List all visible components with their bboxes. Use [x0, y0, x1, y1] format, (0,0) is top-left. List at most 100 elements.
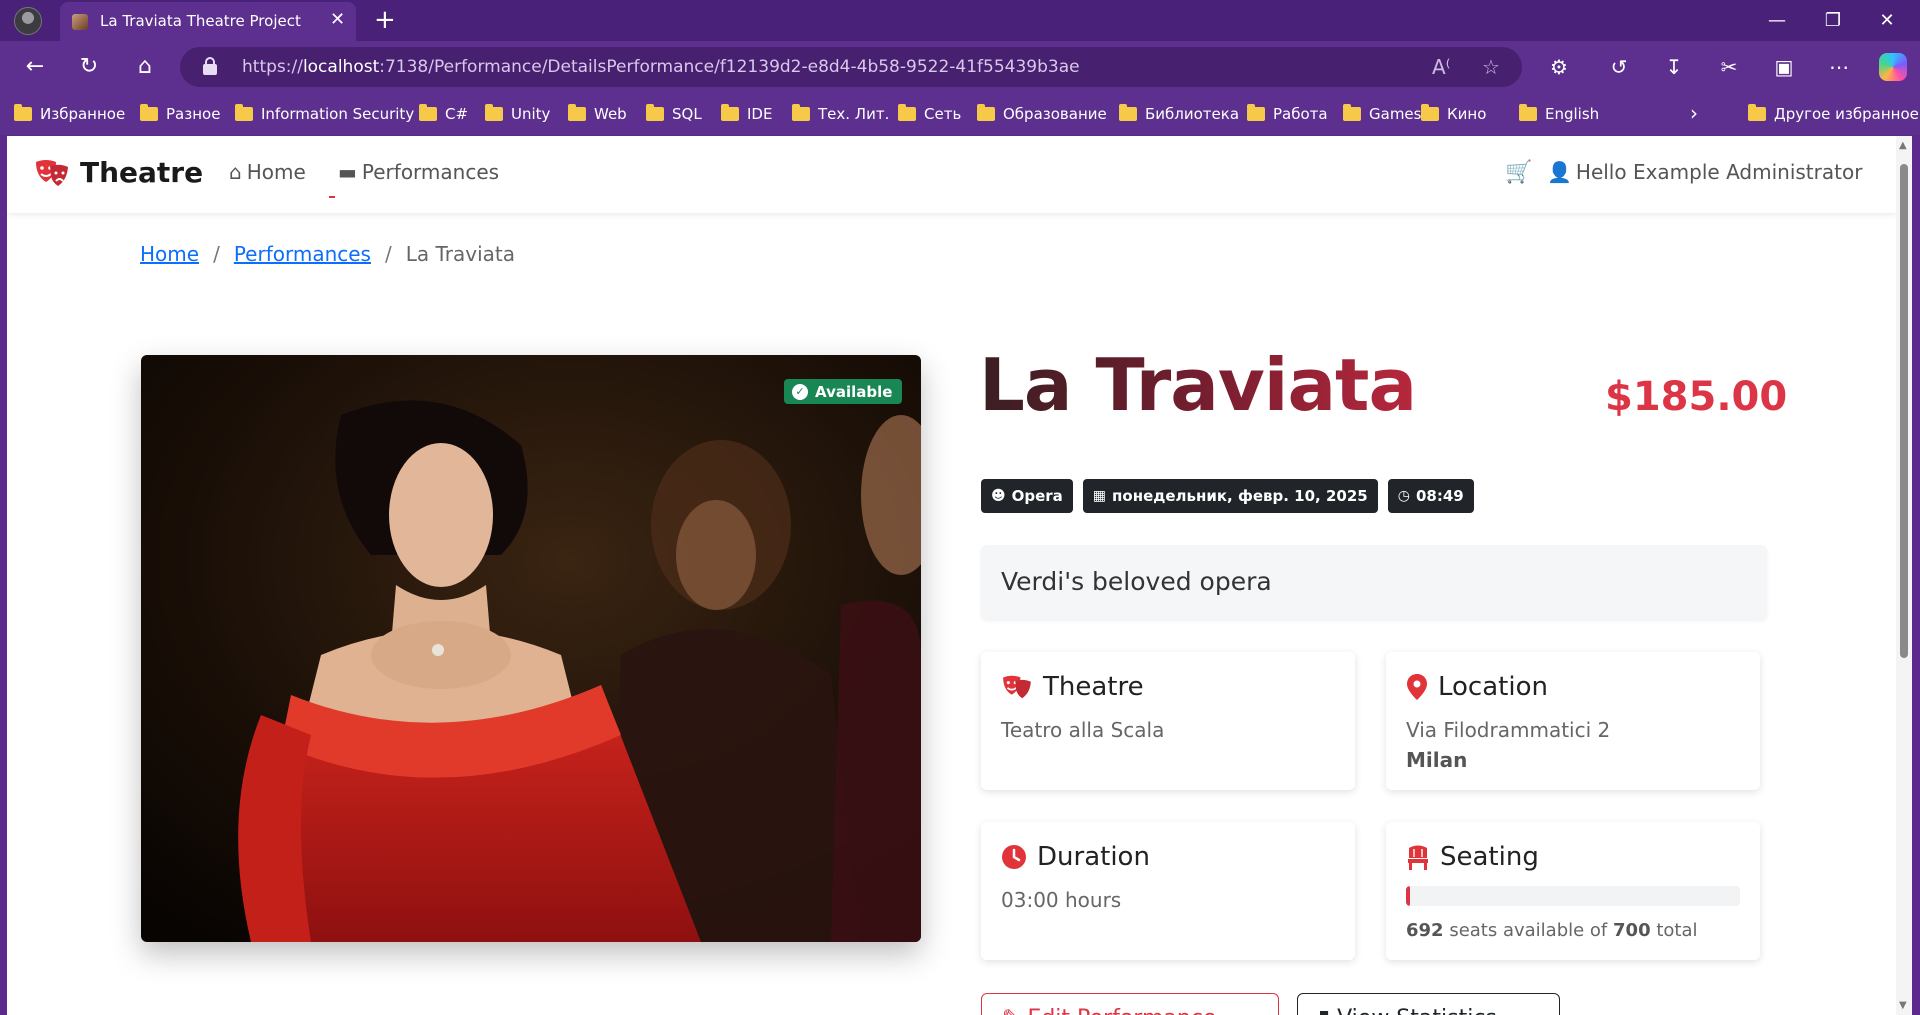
home-icon: ⌂	[229, 160, 242, 184]
bookmark-folder[interactable]: Тех. Лит.	[792, 103, 889, 125]
folder-icon	[235, 104, 253, 121]
folder-icon	[1519, 104, 1537, 121]
bookmark-folder[interactable]: Сеть	[898, 103, 961, 125]
edit-performance-button[interactable]: ✎ Edit Performance	[981, 993, 1279, 1015]
browser-tab-bar: La Traviata Theatre Project ✕ + — ❐ ✕	[0, 0, 1920, 41]
bookmark-folder[interactable]: IDE	[721, 103, 772, 125]
cart-icon[interactable]: 🛒	[1505, 160, 1532, 185]
nav-performances-link[interactable]: ▬ Performances	[338, 160, 499, 184]
window-close-button[interactable]: ✕	[1864, 6, 1910, 36]
edit-icon: ✎	[1002, 1006, 1027, 1015]
bookmark-folder[interactable]: Библиотека	[1119, 103, 1239, 125]
bookmark-folder[interactable]: SQL	[646, 103, 702, 125]
bookmark-folder[interactable]: Web	[568, 103, 627, 125]
bookmark-folder[interactable]: Information Security	[235, 103, 414, 125]
refresh-icon[interactable]: ↻	[72, 50, 106, 84]
favorite-star-icon[interactable]: ☆	[1482, 53, 1500, 81]
new-tab-button[interactable]: +	[374, 5, 396, 35]
seating-progress-fill	[1406, 886, 1410, 906]
downloads-icon[interactable]: ↧	[1657, 50, 1691, 84]
calendar-icon: ▦	[1092, 488, 1107, 504]
bookmark-folder[interactable]: Unity	[485, 103, 550, 125]
bookmark-folder[interactable]: Games	[1343, 103, 1421, 125]
folder-icon	[721, 104, 739, 121]
history-icon[interactable]: ↺	[1602, 50, 1636, 84]
user-menu-link[interactable]: 👤 Hello Example Administrator	[1547, 160, 1862, 184]
seating-card: Seating 692 seats available of 700 total	[1386, 822, 1760, 960]
duration-card: Duration 03:00 hours	[981, 822, 1355, 960]
profile-avatar[interactable]	[14, 7, 42, 35]
page-viewport: Theatre ⌂ Home ▬ Performances 🛒 👤 Hello …	[7, 136, 1912, 1015]
user-icon: 👤	[1547, 160, 1572, 184]
bookmark-folder[interactable]: English	[1519, 103, 1599, 125]
window-maximize-button[interactable]: ❐	[1810, 6, 1856, 36]
nav-home-link[interactable]: ⌂ Home	[229, 160, 306, 184]
view-statistics-button[interactable]: ▮ View Statistics	[1297, 993, 1560, 1015]
bookmark-folder[interactable]: C#	[419, 103, 468, 125]
copilot-icon[interactable]	[1879, 53, 1907, 81]
screenshot-icon[interactable]: ✂	[1712, 50, 1746, 84]
tab-title: La Traviata Theatre Project	[100, 12, 301, 30]
read-aloud-icon[interactable]: A⁽	[1432, 53, 1451, 81]
back-arrow-icon[interactable]: ←	[18, 50, 52, 84]
opera-singer-photo	[141, 355, 921, 942]
folder-icon	[1421, 104, 1439, 121]
bookmark-folder[interactable]: Разное	[140, 103, 220, 125]
view-statistics-label: View Statistics	[1337, 1006, 1497, 1015]
lock-icon[interactable]	[202, 57, 218, 75]
status-badge: ✓ Available	[784, 379, 903, 404]
folder-icon	[1343, 104, 1361, 121]
bookmark-other-folder[interactable]: Другое избранное	[1748, 103, 1919, 125]
breadcrumb-performances-link[interactable]: Performances	[234, 242, 371, 266]
location-card: Location Via Filodrammatici 2 Milan	[1386, 652, 1760, 790]
theatre-masks-icon	[36, 159, 68, 186]
home-icon[interactable]: ⌂	[128, 50, 162, 84]
breadcrumb: Home / Performances / La Traviata	[140, 242, 515, 266]
folder-icon	[1748, 104, 1766, 121]
nav-active-indicator	[329, 196, 335, 198]
folder-icon	[898, 104, 916, 121]
masks-icon: ☻	[991, 488, 1006, 504]
scroll-up-arrow-icon[interactable]: ▲	[1899, 140, 1907, 151]
bookmark-folder[interactable]: Работа	[1247, 103, 1328, 125]
more-menu-icon[interactable]: ⋯	[1822, 50, 1856, 84]
scrollbar-thumb[interactable]	[1900, 164, 1908, 658]
window-minimize-button[interactable]: —	[1754, 6, 1800, 36]
chart-icon: ▮	[1318, 1006, 1337, 1015]
folder-icon	[140, 104, 158, 121]
genre-label: Opera	[1011, 487, 1063, 505]
edit-performance-label: Edit Performance	[1027, 1006, 1216, 1015]
map-pin-icon	[1407, 674, 1427, 700]
performance-image: ✓ Available	[141, 355, 921, 942]
user-greeting: Hello Example Administrator	[1575, 160, 1863, 184]
scroll-down-arrow-icon[interactable]: ▼	[1899, 1000, 1907, 1011]
address-bar[interactable]: https://localhost:7138/Performance/Detai…	[180, 47, 1522, 87]
seating-summary: 692 seats available of 700 total	[1406, 920, 1698, 941]
bookmarks-bar: Избранное Разное Information Security C#…	[0, 93, 1920, 135]
site-navbar: Theatre ⌂ Home ▬ Performances 🛒 👤 Hello …	[7, 136, 1896, 213]
chair-icon	[1408, 845, 1428, 870]
description-box: Verdi's beloved opera	[981, 545, 1767, 619]
breadcrumb-current: La Traviata	[405, 242, 515, 266]
theatre-card-title: Theatre	[1043, 672, 1144, 702]
description-text: Verdi's beloved opera	[1001, 567, 1272, 596]
extensions-icon[interactable]: ⚙	[1542, 50, 1576, 84]
tab-close-icon[interactable]: ✕	[330, 10, 345, 30]
bookmark-folder[interactable]: Избранное	[14, 103, 125, 125]
breadcrumb-home-link[interactable]: Home	[140, 242, 199, 266]
chevron-right-icon[interactable]: ›	[1690, 101, 1698, 125]
bookmark-folder[interactable]: Кино	[1421, 103, 1486, 125]
url-text[interactable]: https://localhost:7138/Performance/Detai…	[242, 57, 1080, 77]
clock-icon	[1002, 845, 1026, 869]
date-label: понедельник, февр. 10, 2025	[1112, 487, 1368, 505]
theatre-name: Teatro alla Scala	[1001, 718, 1165, 742]
browser-tab-active[interactable]: La Traviata Theatre Project ✕	[60, 2, 356, 41]
collections-icon[interactable]: ▣	[1767, 50, 1801, 84]
brand-link[interactable]: Theatre	[34, 156, 203, 189]
nav-performances-label: Performances	[361, 160, 500, 184]
bookmark-folder[interactable]: Образование	[977, 103, 1107, 125]
location-address: Via Filodrammatici 2	[1406, 718, 1611, 742]
page-scrollbar[interactable]: ▲ ▼	[1896, 136, 1912, 1015]
performance-badges: ☻ Opera ▦ понедельник, февр. 10, 2025 ◷ …	[981, 479, 1484, 513]
location-city: Milan	[1406, 748, 1468, 772]
